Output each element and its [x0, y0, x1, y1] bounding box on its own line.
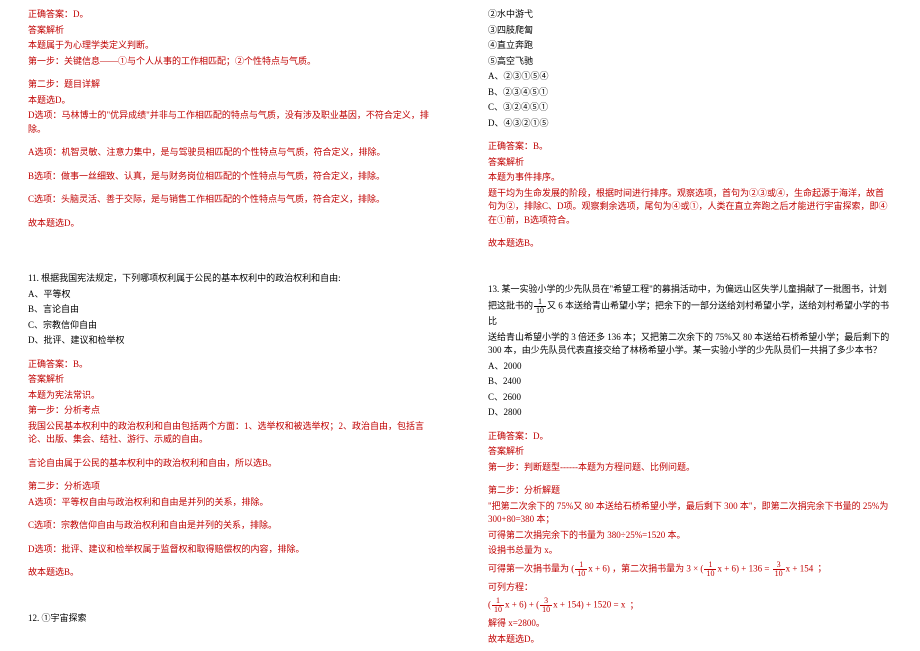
fraction-1-10: 110: [534, 298, 546, 315]
question-option: C、宗教信仰自由: [28, 319, 432, 333]
answer-final: 故本题选D。: [488, 633, 892, 647]
question-option: C、③②④⑤①: [488, 101, 892, 115]
question-option: B、言论自由: [28, 303, 432, 317]
answer-text: 可得第二次捐完余下的书量为 380÷25%=1520 本。: [488, 529, 892, 543]
answer-option-d: D选项：批评、建议和检举权属于监督权和取得赔偿权的内容，排除。: [28, 543, 432, 557]
answer-option-a: A选项：机智灵敏、注意力集中，是与驾驶员相匹配的个性特点与气质，符合定义，排除。: [28, 146, 432, 160]
question-option: B、②③④⑤①: [488, 86, 892, 100]
answer-final: 故本题选B。: [488, 237, 892, 251]
answer-correct: 正确答案：B。: [28, 358, 432, 372]
answer-step: 第一步：分析考点: [28, 404, 432, 418]
question-stem: 12. ①宇宙探索: [28, 612, 432, 626]
answer-option-c: C选项：宗教信仰自由与政治权利和自由是并列的关系，排除。: [28, 519, 432, 533]
stem-text: 又 6 本送给青山希望小学；把余下的一部分送给刘村希望小学，送给刘村希望小学的书…: [488, 301, 889, 326]
answer-text: 可列方程：: [488, 581, 892, 595]
answer-step: 第二步：分析解题: [488, 484, 892, 498]
math-expression: (110x + 6) + (310x + 154) + 1520 = x ；: [488, 597, 892, 614]
answer-step: 第二步：分析选项: [28, 480, 432, 494]
answer-correct: 正确答案：B。: [488, 140, 892, 154]
answer-final: 故本题选B。: [28, 566, 432, 580]
answer-correct: 正确答案：D。: [28, 8, 432, 22]
math-text: ；: [818, 563, 827, 573]
answer-intro: 本题为宪法常识。: [28, 389, 432, 403]
answer-pick: 本题选D。: [28, 94, 432, 108]
answer-header: 答案解析: [488, 156, 892, 170]
question-option: D、批评、建议和检举权: [28, 334, 432, 348]
answer-option-a: A选项：平等权自由与政治权利和自由是并列的关系，排除。: [28, 496, 432, 510]
answer-text: 设捐书总量为 x。: [488, 544, 892, 558]
question-option: C、2600: [488, 391, 892, 405]
answer-step: 第二步：题目详解: [28, 78, 432, 92]
answer-option-c: C选项：头脑灵活、善于交际，是与销售工作相匹配的个性特点与气质，符合定义，排除。: [28, 193, 432, 207]
answer-text: 言论自由属于公民的基本权利中的政治权利和自由，所以选B。: [28, 457, 432, 471]
question-option: D、④③②①⑤: [488, 117, 892, 131]
fraction-3-10: 310: [540, 597, 552, 614]
question-item: ②水中游弋: [488, 8, 892, 22]
question-option: B、2400: [488, 375, 892, 389]
answer-type: 本题为事件排序。: [488, 171, 892, 185]
math-text: ，第二次捐书量为: [612, 563, 684, 573]
answer-header: 答案解析: [488, 445, 892, 459]
question-stem-line: 把这批书的110又 6 本送给青山希望小学；把余下的一部分送给刘村希望小学，送给…: [488, 298, 892, 329]
answer-step: 第一步：关键信息——①与个人从事的工作相匹配；②个性特点与气质。: [28, 55, 432, 69]
answer-header: 答案解析: [28, 373, 432, 387]
math-expression: 可得第一次捐书量为 (110x + 6) ，第二次捐书量为 3 × (110x …: [488, 561, 892, 578]
fraction-1-10: 110: [704, 561, 716, 578]
answer-header: 答案解析: [28, 24, 432, 38]
answer-step: 第一步：判断题型------本题为方程问题、比例问题。: [488, 461, 892, 475]
answer-option-b: B选项：做事一丝细致、认真，是与财务岗位相匹配的个性特点与气质，符合定义，排除。: [28, 170, 432, 184]
answer-text: 我国公民基本权利中的政治权利和自由包括两个方面：1、选举权和被选举权；2、政治自…: [28, 420, 432, 447]
question-option: A、②③①⑤④: [488, 70, 892, 84]
question-option: D、2800: [488, 406, 892, 420]
answer-text: "把第二次余下的 75%又 80 本送给石桥希望小学，最后剩下 300 本"，即…: [488, 500, 892, 527]
fraction-3-10: 310: [773, 561, 785, 578]
answer-text: 题干均为生命发展的阶段，根据时间进行排序。观察选项，首句为②③或④，生命起源于海…: [488, 187, 892, 228]
fraction-1-10: 110: [492, 597, 504, 614]
math-text: 可得第一次捐书量为: [488, 563, 569, 573]
math-tail: ；: [630, 600, 639, 610]
question-item: ③四肢爬匐: [488, 24, 892, 38]
question-option: A、2000: [488, 360, 892, 374]
left-column: 正确答案：D。 答案解析 本题属于为心理学类定义判断。 第一步：关键信息——①与…: [0, 8, 460, 643]
answer-correct: 正确答案：D。: [488, 430, 892, 444]
question-item: ④直立奔跑: [488, 39, 892, 53]
question-stem: 送给青山希望小学的 3 倍还多 136 本；又把第二次余下的 75%又 80 本…: [488, 331, 892, 358]
question-stem: 11. 根据我国宪法规定，下列哪项权利属于公民的基本权利中的政治权利和自由:: [28, 272, 432, 286]
right-column: ②水中游弋 ③四肢爬匐 ④直立奔跑 ⑤高空飞驰 A、②③①⑤④ B、②③④⑤① …: [460, 8, 920, 643]
question-stem: 13. 某一实验小学的少先队员在"希望工程"的募捐活动中，为偏远山区失学儿童捐献…: [488, 283, 892, 297]
stem-text: 把这批书的: [488, 301, 533, 311]
fraction-1-10: 110: [575, 561, 587, 578]
answer-option-d: D选项：马林博士的"优异成绩"并非与工作相匹配的特点与气质，没有涉及职业基因，不…: [28, 109, 432, 136]
answer-text: 解得 x=2800。: [488, 617, 892, 631]
answer-intro: 本题属于为心理学类定义判断。: [28, 39, 432, 53]
answer-final: 故本题选D。: [28, 217, 432, 231]
question-option: A、平等权: [28, 288, 432, 302]
question-item: ⑤高空飞驰: [488, 55, 892, 69]
